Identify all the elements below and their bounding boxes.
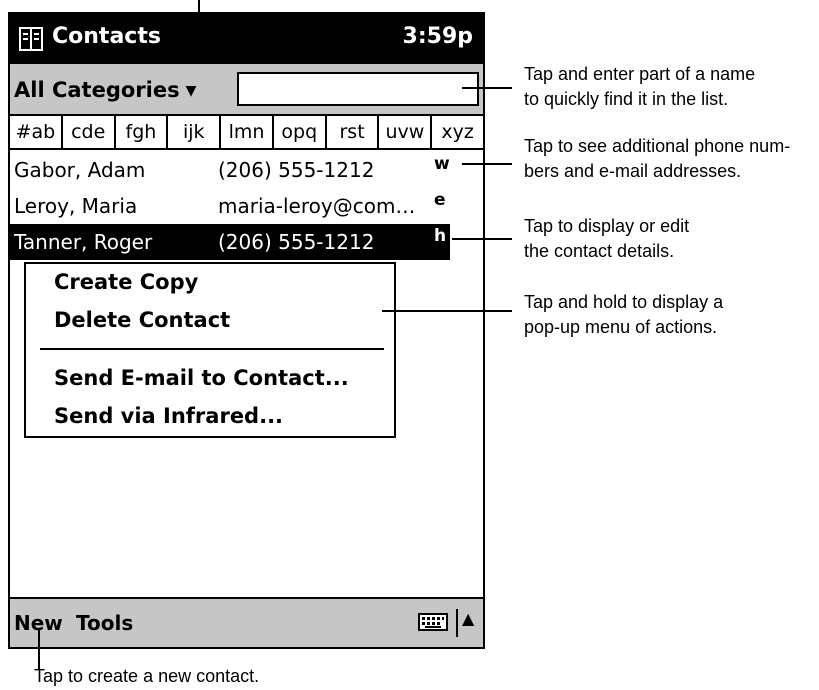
contact-list: Gabor, Adam (206) 555-1212 w Leroy, Mari… [10,152,483,260]
tab-opq[interactable]: opq [271,116,325,148]
tab-rst[interactable]: rst [324,116,378,148]
keyboard-icon[interactable] [418,613,448,631]
phone-callout: Tap to see additional phone num- bers an… [524,136,791,181]
new-callout: Tap to create a new contact. [34,666,260,686]
details-callout: Tap to display or edit the contact detai… [524,216,690,261]
menu-item-send-email[interactable]: Send E-mail to Contact... [54,366,349,390]
contact-name: Gabor, Adam [14,158,146,182]
find-callout-line [462,87,512,89]
contact-detail: (206) 555-1212 [218,230,375,254]
contact-name: Tanner, Roger [14,230,153,254]
tab-ijk[interactable]: ijk [166,116,219,148]
contact-row-selected[interactable]: Tanner, Roger (206) 555-1212 h [10,224,450,260]
up-arrow-icon[interactable]: ▲ [462,609,474,628]
menu-item-send-infrared[interactable]: Send via Infrared... [54,404,283,428]
category-dropdown[interactable]: All Categories ▼ [14,78,196,102]
menu-callout-line [382,310,512,312]
pocket-pc-screen: Contacts 3:59p All Categories ▼ #ab cde f… [8,12,485,649]
tab-fgh[interactable]: fgh [113,116,167,148]
find-callout: Tap and enter part of a name to quickly … [524,64,756,109]
title-bar: Contacts 3:59p [10,14,483,64]
tab-cde[interactable]: cde [60,116,114,148]
contact-row[interactable]: Leroy, Maria maria-leroy@com… e [10,188,483,224]
dropdown-arrow-icon: ▼ [185,83,197,99]
contact-row[interactable]: Gabor, Adam (206) 555-1212 w [10,152,483,188]
app-title: Contacts [52,24,161,49]
find-input[interactable] [237,72,479,106]
category-label: All Categories [14,78,180,102]
details-callout-line [452,238,512,240]
divider [456,609,458,637]
tools-menu[interactable]: Tools [76,611,133,635]
contact-type-tag[interactable]: h [434,218,446,254]
tab-lmn[interactable]: lmn [219,116,272,148]
popup-menu: Create Copy Delete Contact Send E-mail t… [24,262,396,438]
contact-detail: (206) 555-1212 [218,158,375,182]
phone-callout-line [462,163,512,165]
alphabet-tabs: #ab cde fgh ijk lmn opq rst uvw xyz [10,114,483,150]
menu-separator [40,348,384,350]
tab-uvw[interactable]: uvw [377,116,430,148]
tab-xyz[interactable]: xyz [430,116,483,148]
contact-name: Leroy, Maria [14,194,138,218]
contact-detail: maria-leroy@com… [218,194,416,218]
tab-ab[interactable]: #ab [10,116,61,148]
menu-item-delete-contact[interactable]: Delete Contact [54,308,230,332]
contact-type-tag[interactable]: e [434,182,446,218]
menu-item-create-copy[interactable]: Create Copy [54,270,198,294]
clock[interactable]: 3:59p [403,24,473,49]
contact-type-tag[interactable]: w [434,146,450,182]
menu-callout: Tap and hold to display a pop-up menu of… [524,292,724,337]
contacts-book-icon [19,27,43,51]
command-bar: New Tools ▲ [10,597,483,647]
